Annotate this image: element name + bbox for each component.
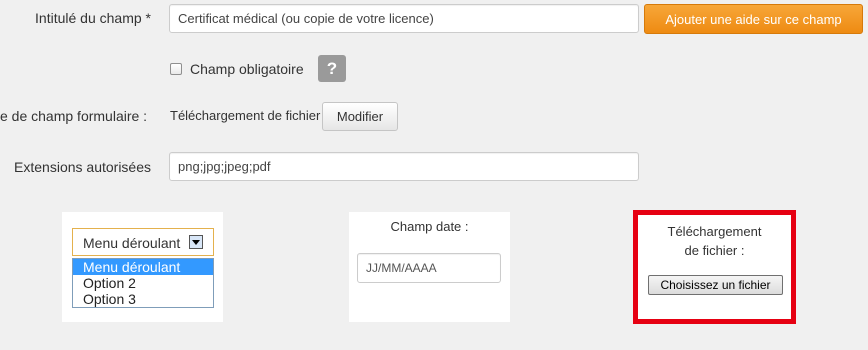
dropdown-option[interactable]: Menu déroulant xyxy=(73,259,213,275)
field-type-label: e de champ formulaire : xyxy=(0,108,148,124)
dropdown-select[interactable]: Menu déroulant xyxy=(72,228,214,256)
date-input[interactable]: JJ/MM/AAAA xyxy=(357,253,501,283)
dropdown-option[interactable]: Option 2 xyxy=(73,275,213,291)
field-title-input[interactable]: Certificat médical (ou copie de votre li… xyxy=(169,4,639,33)
dropdown-option[interactable]: Option 3 xyxy=(73,291,213,307)
required-checkbox[interactable] xyxy=(170,63,182,75)
field-title-label: Intitulé du champ * xyxy=(35,10,151,26)
file-upload-label-line1: Téléchargement xyxy=(667,224,762,239)
date-label: Champ date : xyxy=(390,219,469,234)
dropdown-selected-value: Menu déroulant xyxy=(83,235,181,251)
choose-file-button[interactable]: Choisissez un fichier xyxy=(648,275,783,295)
file-upload-label: Téléchargement de fichier : xyxy=(638,222,791,260)
add-help-button[interactable]: Ajouter une aide sur ce champ xyxy=(644,4,863,34)
required-label: Champ obligatoire xyxy=(190,61,304,77)
file-upload-preview-panel: Téléchargement de fichier : Choisissez u… xyxy=(633,210,796,324)
modify-button[interactable]: Modifier xyxy=(322,102,398,131)
extensions-label: Extensions autorisées xyxy=(14,159,151,175)
help-glyph: ? xyxy=(326,58,338,78)
file-upload-label-line2: de fichier : xyxy=(684,243,745,258)
chevron-down-icon[interactable] xyxy=(189,235,203,249)
help-icon[interactable]: ? xyxy=(318,55,346,82)
field-type-value: Téléchargement de fichier xyxy=(170,108,321,123)
dropdown-preview-panel: Menu déroulant Menu déroulant Option 2 O… xyxy=(62,212,223,322)
dropdown-options-list: Menu déroulant Option 2 Option 3 xyxy=(72,258,214,308)
extensions-input[interactable]: png;jpg;jpeg;pdf xyxy=(169,152,639,181)
date-preview-panel: Champ date : JJ/MM/AAAA xyxy=(349,212,510,322)
